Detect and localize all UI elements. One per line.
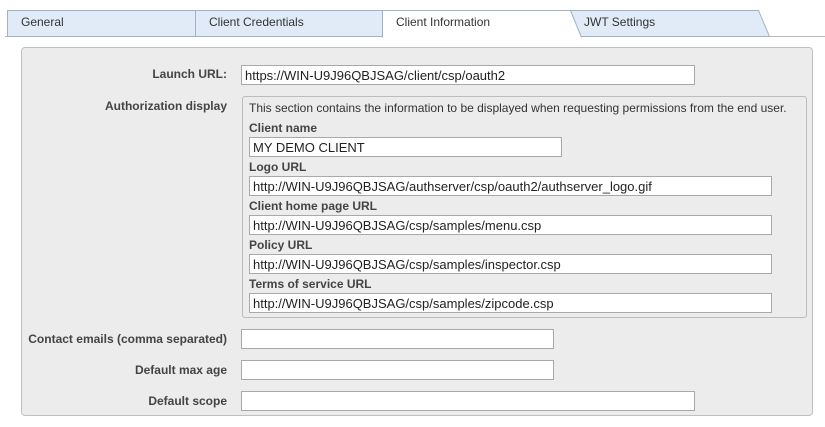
tab-jwt-settings[interactable]: JWT Settings bbox=[570, 9, 770, 37]
client-name-input[interactable] bbox=[249, 137, 562, 157]
tab-client-information-label: Client Information bbox=[396, 15, 491, 29]
default-scope-label: Default scope bbox=[148, 394, 227, 408]
authorization-display-label: Authorization display bbox=[104, 99, 227, 113]
tab-jwt-settings-label: JWT Settings bbox=[584, 15, 656, 29]
launch-url-label: Launch URL: bbox=[152, 67, 227, 81]
tab-bar: General Client Credentials Client Inform… bbox=[0, 0, 825, 38]
logo-url-input[interactable] bbox=[249, 176, 772, 196]
tab-client-credentials[interactable]: Client Credentials bbox=[195, 9, 395, 37]
tab-general-label: General bbox=[21, 15, 64, 29]
terms-of-service-url-input[interactable] bbox=[249, 293, 772, 313]
default-max-age-label: Default max age bbox=[134, 363, 227, 377]
authorization-display-group: This section contains the information to… bbox=[242, 96, 807, 318]
client-home-page-url-input[interactable] bbox=[249, 215, 772, 235]
launch-url-input[interactable] bbox=[241, 65, 695, 85]
logo-url-label: Logo URL bbox=[249, 160, 307, 174]
contact-emails-input[interactable] bbox=[241, 329, 554, 349]
client-name-label: Client name bbox=[249, 121, 318, 135]
tab-client-information[interactable]: Client Information bbox=[382, 9, 582, 38]
default-max-age-input[interactable] bbox=[241, 360, 554, 380]
client-home-page-url-label: Client home page URL bbox=[249, 199, 378, 213]
contact-emails-label: Contact emails (comma separated) bbox=[28, 332, 227, 346]
policy-url-label: Policy URL bbox=[249, 238, 313, 252]
policy-url-input[interactable] bbox=[249, 254, 772, 274]
authorization-display-description: This section contains the information to… bbox=[249, 101, 787, 115]
tab-general[interactable]: General bbox=[7, 9, 207, 37]
client-information-panel: Launch URL: Authorization display This s… bbox=[21, 47, 813, 416]
terms-of-service-url-label: Terms of service URL bbox=[249, 277, 372, 291]
default-scope-input[interactable] bbox=[241, 391, 695, 411]
tab-client-credentials-label: Client Credentials bbox=[209, 15, 304, 29]
